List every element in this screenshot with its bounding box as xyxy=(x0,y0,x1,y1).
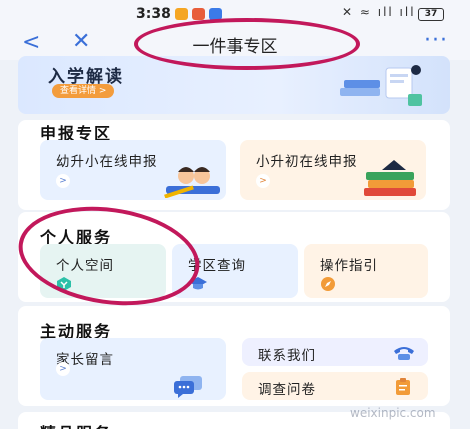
compass-icon xyxy=(321,277,335,291)
primary-enrollment-tile[interactable]: 幼升小在线申报 > xyxy=(40,140,226,200)
survey-tile[interactable]: 调查问卷 xyxy=(242,372,428,400)
tile-label: 幼升小在线申报 xyxy=(56,154,158,170)
book-stack-icon xyxy=(364,160,416,196)
tile-label: 小升初在线申报 xyxy=(256,154,358,170)
clipboard-icon xyxy=(396,378,410,395)
books-illustration-icon xyxy=(340,65,422,106)
chat-bubble-icon xyxy=(174,376,202,398)
children-illustration-icon xyxy=(164,167,220,198)
app-screen: 3:38 ✕ ≈ ıll ıll 37 < ✕ 一件事专区 ··· 入学解读 查… xyxy=(0,0,470,429)
chevron-right-icon: > xyxy=(56,174,70,188)
operation-guide-tile[interactable]: 操作指引 xyxy=(304,244,428,298)
tile-label: 调查问卷 xyxy=(258,382,316,398)
highlight-ellipse xyxy=(134,18,360,70)
apply-section-card: 申报专区 幼升小在线申报 > 小升初在线申报 > xyxy=(18,120,450,210)
featured-services-title: 精品服务 xyxy=(40,420,112,429)
tile-label: 联系我们 xyxy=(258,348,316,364)
tile-label: 操作指引 xyxy=(320,258,378,274)
contact-us-tile[interactable]: 联系我们 xyxy=(242,338,428,366)
phone-icon xyxy=(394,347,414,360)
battery-icon: 37 xyxy=(418,8,444,21)
view-details-button[interactable]: 查看详情 > xyxy=(52,84,115,98)
more-menu-button[interactable]: ··· xyxy=(424,28,448,53)
watermark: weixinpic.com xyxy=(350,406,436,420)
notification-icon xyxy=(175,8,188,20)
notification-icon xyxy=(192,8,205,20)
active-services-card: 主动服务 家长留言 > 联系我们 调查问卷 xyxy=(18,306,450,406)
chevron-right-icon: > xyxy=(56,362,70,376)
system-icons: ✕ ≈ ıll ıll xyxy=(342,5,416,19)
parent-message-tile[interactable]: 家长留言 > xyxy=(40,338,226,400)
middle-school-enrollment-tile[interactable]: 小升初在线申报 > xyxy=(240,140,426,200)
status-time: 3:38 xyxy=(136,6,171,22)
chevron-right-icon: > xyxy=(256,174,270,188)
